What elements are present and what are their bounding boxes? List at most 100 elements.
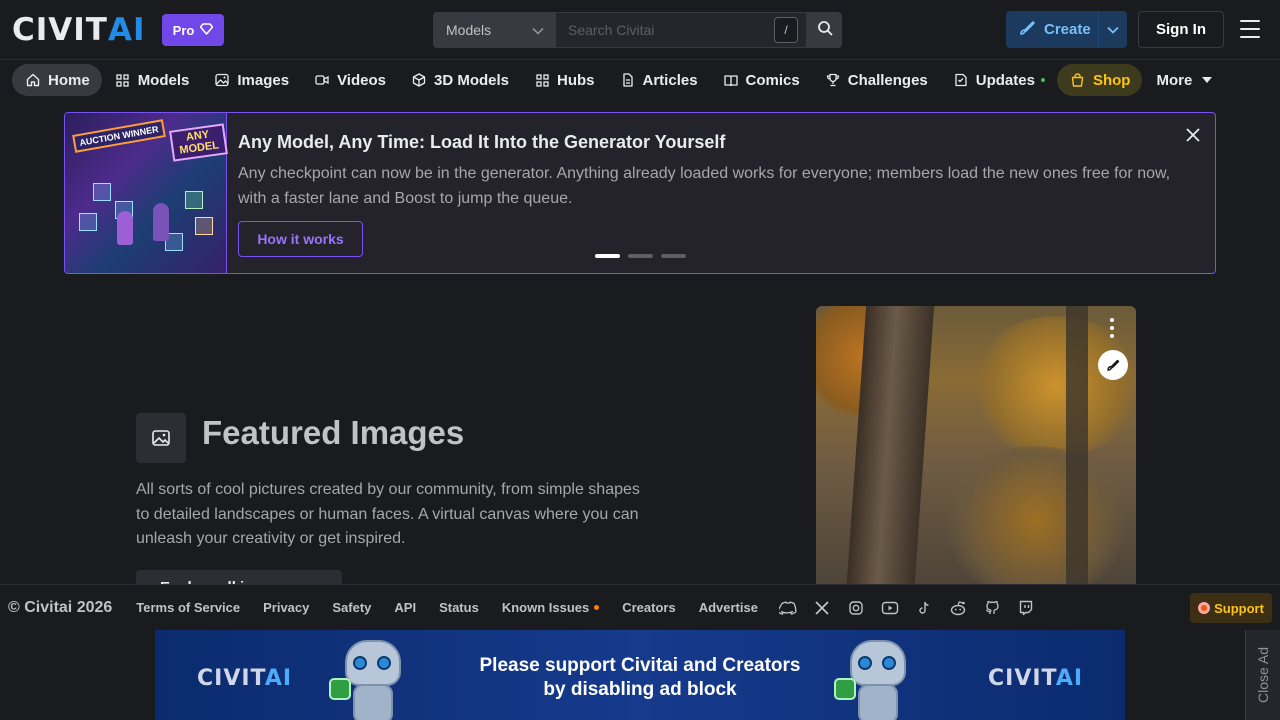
nav-challenges[interactable]: Challenges: [812, 64, 940, 96]
more-options-icon[interactable]: [1110, 318, 1114, 338]
nav-videos-label: Videos: [337, 71, 386, 89]
create-menu-toggle[interactable]: [1099, 21, 1127, 38]
announcement-body: Any checkpoint can now be in the generat…: [238, 165, 1171, 207]
footer-link-status[interactable]: Status: [439, 600, 479, 615]
footer-link-advertise[interactable]: Advertise: [699, 600, 758, 615]
nav-images-label: Images: [237, 71, 290, 89]
ad-logo-left: CIVITAI: [197, 666, 292, 691]
youtube-icon[interactable]: [879, 597, 901, 619]
nav-shop[interactable]: Shop: [1056, 64, 1143, 96]
close-icon[interactable]: [1183, 125, 1203, 145]
nav-more[interactable]: More: [1142, 64, 1226, 96]
search-bar: Models Search Civitai /: [433, 12, 842, 48]
chevron-down-icon: [532, 22, 544, 38]
ad-text-line-1: Please support Civitai and Creators: [479, 655, 801, 676]
robot-mascot-left: [329, 634, 413, 720]
footer-link-creators[interactable]: Creators: [622, 600, 675, 615]
ad-logo-right: CIVITAI: [988, 666, 1083, 691]
carousel-dot[interactable]: [661, 254, 686, 258]
nav-3d-models[interactable]: 3D Models: [398, 64, 521, 96]
cube-icon: [412, 73, 426, 87]
support-button[interactable]: Support: [1190, 593, 1272, 623]
carousel-dot[interactable]: [628, 254, 653, 258]
search-button[interactable]: [807, 12, 842, 48]
image-label-any-model: ANY MODEL: [169, 123, 228, 162]
thumbs-up-icon: [834, 678, 856, 700]
tiktok-icon[interactable]: [913, 597, 935, 619]
logo-civ-text: CIVIT: [12, 12, 108, 48]
nav-models[interactable]: Models: [102, 64, 202, 96]
search-shortcut-key: /: [774, 17, 798, 43]
new-indicator-dot: [1040, 78, 1045, 82]
nav-images[interactable]: Images: [201, 64, 301, 96]
thumbs-up-icon: [329, 678, 351, 700]
grid-icon: [535, 73, 549, 87]
nav-videos[interactable]: Videos: [301, 64, 398, 96]
nav-updates[interactable]: Updates: [940, 64, 1057, 96]
brush-icon: [1018, 19, 1036, 41]
shopping-bag-icon: [1071, 73, 1085, 87]
create-label: Create: [1044, 21, 1091, 38]
create-main[interactable]: Create: [1006, 11, 1099, 48]
pro-button[interactable]: Pro: [162, 14, 224, 46]
announcement-title: Any Model, Any Time: Load It Into the Ge…: [238, 132, 726, 152]
nav-articles[interactable]: Articles: [607, 64, 710, 96]
issue-indicator-dot: [594, 605, 600, 610]
close-ad-label: Close Ad: [1255, 646, 1272, 704]
search-input[interactable]: Search Civitai /: [555, 12, 807, 48]
footer-bar: © Civitai 2026 Terms of Service Privacy …: [0, 584, 1280, 630]
caret-down-icon: [1200, 73, 1214, 87]
nav-updates-label: Updates: [975, 71, 1035, 89]
search-type-select[interactable]: Models: [433, 12, 555, 48]
nav-home[interactable]: Home: [12, 64, 102, 96]
nav-challenges-label: Challenges: [847, 71, 928, 89]
nav-comics-label: Comics: [745, 71, 800, 89]
search-type-value: Models: [446, 22, 492, 38]
footer-link-api[interactable]: API: [394, 600, 416, 615]
featured-image-card[interactable]: [816, 306, 1136, 596]
known-issues-label: Known Issues: [501, 600, 590, 615]
top-header: CIVIT AI Pro Models Search Civitai / Cre…: [0, 0, 1280, 60]
ad-logo-left-civ: CIVIT: [197, 666, 265, 691]
image-label-auction: AUCTION WINNER: [72, 119, 166, 153]
nav-more-label: More: [1156, 71, 1193, 89]
announcement-image: AUCTION WINNER ANY MODEL: [65, 113, 228, 273]
reddit-icon[interactable]: [947, 597, 969, 619]
updates-icon: [954, 73, 968, 87]
nav-3d-models-label: 3D Models: [434, 71, 510, 89]
github-icon[interactable]: [981, 597, 1003, 619]
carousel-dot[interactable]: [595, 254, 620, 258]
footer-link-terms[interactable]: Terms of Service: [136, 600, 240, 615]
menu-icon[interactable]: [1240, 20, 1260, 38]
civitai-logo[interactable]: CIVIT AI: [12, 12, 146, 48]
nav-shop-label: Shop: [1092, 71, 1131, 89]
nav-comics[interactable]: Comics: [710, 64, 812, 96]
announcement-banner: AUCTION WINNER ANY MODEL Any Model, Any …: [64, 112, 1216, 274]
instagram-icon[interactable]: [845, 597, 867, 619]
how-it-works-button[interactable]: How it works: [238, 221, 363, 257]
video-icon: [315, 73, 329, 87]
twitch-icon[interactable]: [1015, 597, 1037, 619]
lifebuoy-icon: [1198, 602, 1211, 614]
search-icon: [817, 20, 833, 41]
sign-in-button[interactable]: Sign In: [1138, 11, 1224, 48]
nav-hubs[interactable]: Hubs: [521, 64, 607, 96]
remix-brush-icon[interactable]: [1098, 350, 1128, 380]
ad-text: Please support Civitai and Creators by d…: [460, 654, 820, 702]
pro-label: Pro: [172, 22, 195, 38]
search-placeholder: Search Civitai: [568, 22, 655, 38]
discord-icon[interactable]: [777, 597, 799, 619]
footer-link-known-issues[interactable]: Known Issues: [501, 600, 600, 615]
close-ad-button[interactable]: Close Ad: [1245, 630, 1280, 720]
ad-banner[interactable]: CIVITAI Please support Civitai and Creat…: [155, 630, 1125, 720]
social-links: [777, 597, 1037, 619]
footer-link-privacy[interactable]: Privacy: [263, 600, 309, 615]
footer-link-safety[interactable]: Safety: [332, 600, 371, 615]
book-icon: [723, 73, 738, 87]
featured-description: All sorts of cool pictures created by ou…: [136, 481, 640, 547]
grid-icon: [116, 73, 130, 87]
ad-logo-right-ai: AI: [1055, 666, 1084, 691]
create-button[interactable]: Create: [1006, 11, 1127, 48]
x-icon[interactable]: [811, 597, 833, 619]
tree-trunk-background: [1066, 306, 1088, 596]
